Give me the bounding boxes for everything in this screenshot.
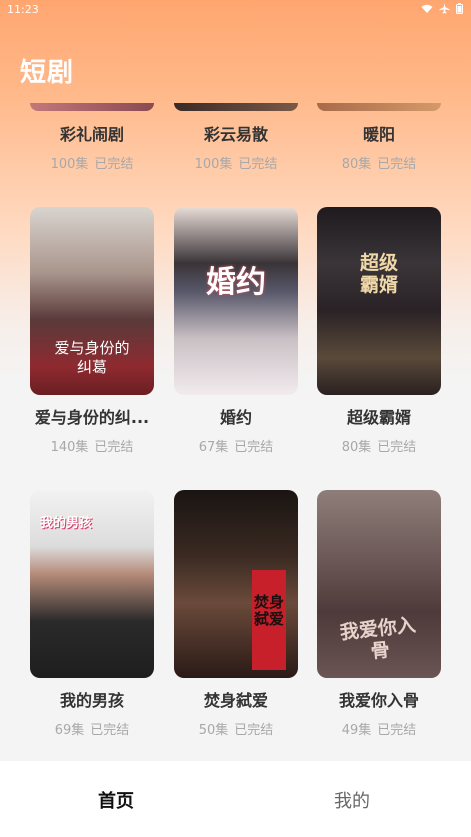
drama-cover[interactable] (174, 103, 298, 111)
drama-cover[interactable]: 我的男孩 (30, 490, 154, 678)
drama-title: 彩礼闹剧 (59, 125, 124, 144)
battery-icon (456, 3, 463, 14)
drama-cover[interactable]: 超级霸婿 (317, 207, 441, 395)
drama-cover[interactable]: 我爱你入骨 (317, 490, 441, 678)
drama-title: 彩云易散 (203, 125, 268, 144)
drama-card[interactable]: 焚身弑爱 焚身弑爱 50集 已完结 (174, 490, 298, 738)
drama-title: 焚身弑爱 (203, 691, 268, 710)
drama-meta: 140集 已完结 (50, 440, 134, 455)
drama-grid[interactable]: 彩礼闹剧 100集 已完结 彩云易散 100集 已完结 暖阳 80集 已完结 爱与身份… (0, 103, 471, 761)
drama-card[interactable]: 彩礼闹剧 100集 已完结 (30, 103, 154, 172)
nav-home-tab[interactable]: 首页 (98, 787, 134, 813)
drama-cover[interactable]: 婚约 (174, 207, 298, 395)
drama-cover[interactable]: 爱与身份的纠葛 (30, 207, 154, 395)
drama-title: 婚约 (219, 408, 252, 427)
drama-card[interactable]: 我的男孩 我的男孩 69集 已完结 (30, 490, 154, 738)
drama-meta: 100集 已完结 (50, 157, 134, 172)
airplane-icon (439, 3, 450, 14)
drama-title: 暖阳 (362, 125, 395, 144)
status-time: 11:23 (7, 3, 39, 16)
status-bar: 11:23 (0, 0, 471, 22)
drama-card[interactable]: 我爱你入骨 我爱你入骨 49集 已完结 (317, 490, 441, 738)
drama-card[interactable]: 彩云易散 100集 已完结 (174, 103, 298, 172)
page-title: 短剧 (20, 58, 75, 88)
drama-meta: 69集 已完结 (54, 723, 130, 738)
drama-card[interactable]: 婚约 婚约 67集 已完结 (174, 207, 298, 455)
bottom-nav: 首页 我的 (0, 761, 471, 837)
drama-meta: 50集 已完结 (198, 723, 274, 738)
cover-title-text: 焚身弑爱 (253, 593, 284, 628)
cover-title-text: 我的男孩 (40, 516, 93, 531)
wifi-icon (421, 4, 433, 13)
cover-title-text: 我爱你入骨 (338, 614, 417, 663)
drama-cover[interactable] (30, 103, 154, 111)
drama-meta: 100集 已完结 (194, 157, 278, 172)
drama-meta: 80集 已完结 (341, 157, 417, 172)
drama-title: 我的男孩 (59, 691, 124, 710)
drama-cover[interactable] (317, 103, 441, 111)
drama-meta: 80集 已完结 (341, 440, 417, 455)
drama-cover[interactable]: 焚身弑爱 (174, 490, 298, 678)
drama-meta: 67集 已完结 (198, 440, 274, 455)
drama-meta: 49集 已完结 (341, 723, 417, 738)
drama-card[interactable]: 爱与身份的纠葛 爱与身份的纠... 140集 已完结 (30, 207, 154, 455)
drama-title: 我爱你入骨 (338, 691, 419, 710)
cover-title-text: 婚约 (206, 265, 266, 300)
drama-title: 爱与身份的纠... (34, 408, 150, 427)
nav-mine-tab[interactable]: 我的 (334, 787, 370, 813)
cover-title-text: 超级霸婿 (359, 252, 398, 296)
drama-title: 超级霸婿 (346, 408, 411, 427)
cover-title-text: 爱与身份的纠葛 (54, 339, 130, 376)
drama-card[interactable]: 暖阳 80集 已完结 (317, 103, 441, 172)
drama-card[interactable]: 超级霸婿 超级霸婿 80集 已完结 (317, 207, 441, 455)
